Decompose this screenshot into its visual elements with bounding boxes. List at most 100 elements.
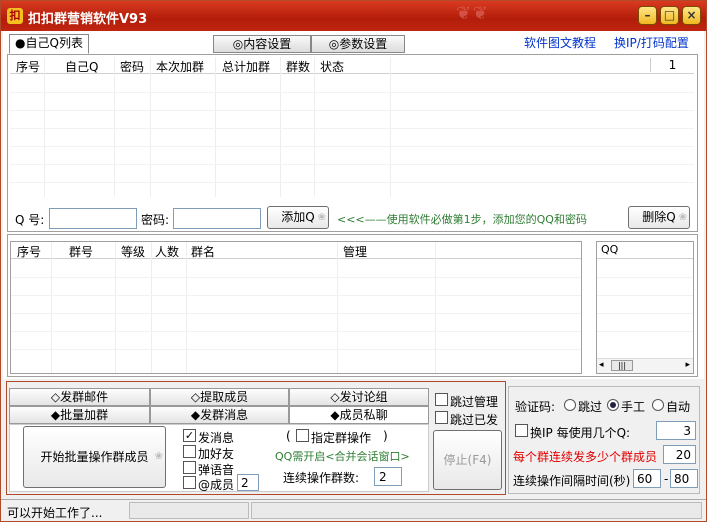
paren-open: (: [286, 429, 291, 443]
tab-own-qq-list[interactable]: ●自己Q列表: [9, 34, 89, 54]
close-button[interactable]: ×: [682, 6, 701, 25]
captcha-skip-radio[interactable]: [564, 399, 576, 411]
stop-button[interactable]: 停止(F4): [433, 430, 502, 490]
col-joined-total: 总计加群: [222, 60, 271, 74]
tab-send-group-message[interactable]: ◆发群消息: [150, 406, 289, 424]
send-message-label: 发消息: [198, 431, 235, 445]
col-index: 序号: [17, 245, 42, 259]
col-level: 等级: [121, 245, 146, 259]
qq-number-input[interactable]: [49, 208, 137, 229]
qq-merge-hint: QQ需开启<合并会话窗口>: [275, 450, 410, 463]
col-own-qq: 自己Q: [65, 60, 99, 74]
qq-side-list[interactable]: QQ ◂ ||| ▸: [596, 241, 694, 374]
col-status: 状态: [320, 60, 345, 74]
delete-qq-button[interactable]: 删除Q ❀: [628, 206, 690, 229]
ip-config-link[interactable]: 换IP/打码配置: [614, 34, 689, 51]
password-label: 密码:: [141, 213, 170, 227]
status-text: 可以开始工作了...: [7, 506, 103, 520]
specific-group-checkbox[interactable]: [296, 429, 309, 442]
at-member-count-input[interactable]: [237, 474, 259, 491]
specific-group-label: 指定群操作: [311, 431, 372, 445]
bottom-panel: ◇发群邮件 ◇提取成员 ◇发讨论组 ◆批量加群 ◆发群消息 ◆成员私聊 开始批量…: [3, 379, 704, 497]
col-group-number: 群号: [69, 245, 94, 259]
tab-param-settings[interactable]: ◎参数设置: [311, 35, 405, 53]
maximize-button[interactable]: □: [660, 6, 679, 25]
swirl-icon: ❀: [154, 451, 163, 462]
start-batch-button[interactable]: 开始批量操作群成员 ❀: [23, 426, 166, 488]
col-joined-now: 本次加群: [156, 60, 205, 74]
interval-min-input[interactable]: [633, 469, 661, 488]
captcha-auto-label: 自动: [666, 400, 691, 414]
qq-number-label: Q 号:: [15, 213, 45, 227]
per-group-label: 每个群连续发多少个群成员: [513, 450, 658, 464]
captcha-skip-label: 跳过: [578, 400, 603, 414]
scroll-right-icon[interactable]: ▸: [685, 360, 690, 370]
status-bar: 可以开始工作了...: [1, 499, 706, 521]
app-window: 扣 扣扣群营销软件V93 ❦ ❦ – □ × ●自己Q列表 ◎内容设置 ◎参数设…: [0, 0, 707, 522]
page-number: 1: [650, 58, 694, 72]
add-friend-label: 加好友: [198, 447, 235, 461]
add-qq-form: Q 号: 密码: 添加Q ❀ <<<——使用软件必做第1步，添加您的QQ和密码 删…: [7, 203, 698, 233]
add-qq-button-label: 添加Q: [281, 210, 315, 224]
skip-admin-label: 跳过管理: [450, 395, 499, 409]
qq-list-table[interactable]: 序号 自己Q 密码 本次加群 总计加群 群数 状态 1: [10, 57, 694, 197]
skip-sent-checkbox[interactable]: [435, 411, 448, 424]
scroll-thumb[interactable]: |||: [611, 360, 633, 371]
minimize-button[interactable]: –: [638, 6, 657, 25]
continuous-groups-label: 连续操作群数:: [283, 471, 360, 485]
col-qq: QQ: [601, 243, 619, 256]
add-qq-button[interactable]: 添加Q ❀: [267, 206, 329, 229]
skip-admin-checkbox[interactable]: [435, 393, 448, 406]
captcha-label: 验证码:: [515, 400, 556, 414]
col-group-count: 群数: [286, 60, 311, 74]
continuous-groups-input[interactable]: [374, 467, 402, 486]
swirl-icon: ❀: [678, 212, 687, 223]
captcha-auto-radio[interactable]: [652, 399, 664, 411]
send-message-checkbox[interactable]: ✓: [183, 429, 196, 442]
captcha-manual-radio[interactable]: [607, 399, 619, 411]
title-bar[interactable]: 扣 扣扣群营销软件V93 ❦ ❦ – □ ×: [1, 1, 706, 31]
paren-close: ): [383, 429, 388, 443]
col-admin: 管理: [343, 245, 368, 259]
delete-qq-button-label: 删除Q: [642, 210, 676, 224]
tab-send-group-mail[interactable]: ◇发群邮件: [9, 388, 150, 406]
voice-popup-checkbox[interactable]: [183, 461, 196, 474]
col-index: 序号: [16, 60, 41, 74]
qq-list-header: 序号 自己Q 密码 本次加群 总计加群 群数 状态 1: [10, 57, 694, 74]
at-member-checkbox[interactable]: [183, 476, 196, 489]
skip-sent-label: 跳过已发: [450, 413, 499, 427]
change-ip-checkbox[interactable]: [515, 424, 528, 437]
scroll-left-icon[interactable]: ◂: [599, 360, 604, 370]
tab-send-discussion[interactable]: ◇发讨论组: [289, 388, 429, 406]
group-list-panel: 序号 群号 等级 人数 群名 管理 QQ ◂ ||| ▸: [7, 234, 698, 377]
add-friend-checkbox[interactable]: [183, 445, 196, 458]
window-title: 扣扣群营销软件V93: [28, 12, 148, 27]
tab-extract-members[interactable]: ◇提取成员: [150, 388, 289, 406]
tab-content-settings[interactable]: ◎内容设置: [213, 35, 311, 53]
horizontal-scrollbar[interactable]: ◂ ||| ▸: [597, 358, 693, 373]
decorative-swirl-icon: ❦ ❦: [456, 3, 488, 24]
status-panel: [129, 502, 249, 519]
change-ip-label: 换IP 每使用几个Q:: [530, 426, 631, 440]
captcha-manual-label: 手工: [621, 400, 646, 414]
interval-max-input[interactable]: [670, 469, 698, 488]
password-input[interactable]: [173, 208, 261, 229]
col-group-name: 群名: [191, 245, 216, 259]
tab-member-private-chat[interactable]: ◆成员私聊: [289, 406, 429, 424]
group-list-table[interactable]: 序号 群号 等级 人数 群名 管理: [10, 241, 582, 374]
per-group-input[interactable]: [663, 445, 696, 464]
tab-batch-join[interactable]: ◆批量加群: [9, 406, 150, 424]
add-qq-hint: <<<——使用软件必做第1步，添加您的QQ和密码: [337, 213, 587, 226]
status-panel: [251, 502, 702, 519]
main-panel: ●自己Q列表 ◎内容设置 ◎参数设置 软件图文教程 换IP/打码配置 序号 自己…: [3, 31, 704, 379]
start-batch-button-label: 开始批量操作群成员: [40, 450, 149, 464]
app-logo-icon: 扣: [7, 8, 23, 24]
swirl-icon: ❀: [317, 212, 326, 223]
tutorial-link[interactable]: 软件图文教程: [524, 34, 596, 51]
group-list-header: 序号 群号 等级 人数 群名 管理: [11, 242, 581, 259]
at-member-label: @成员: [198, 478, 235, 492]
change-ip-input[interactable]: [656, 421, 696, 440]
col-members: 人数: [155, 245, 180, 259]
stop-button-label: 停止(F4): [443, 453, 492, 467]
interval-dash: -: [664, 472, 669, 486]
